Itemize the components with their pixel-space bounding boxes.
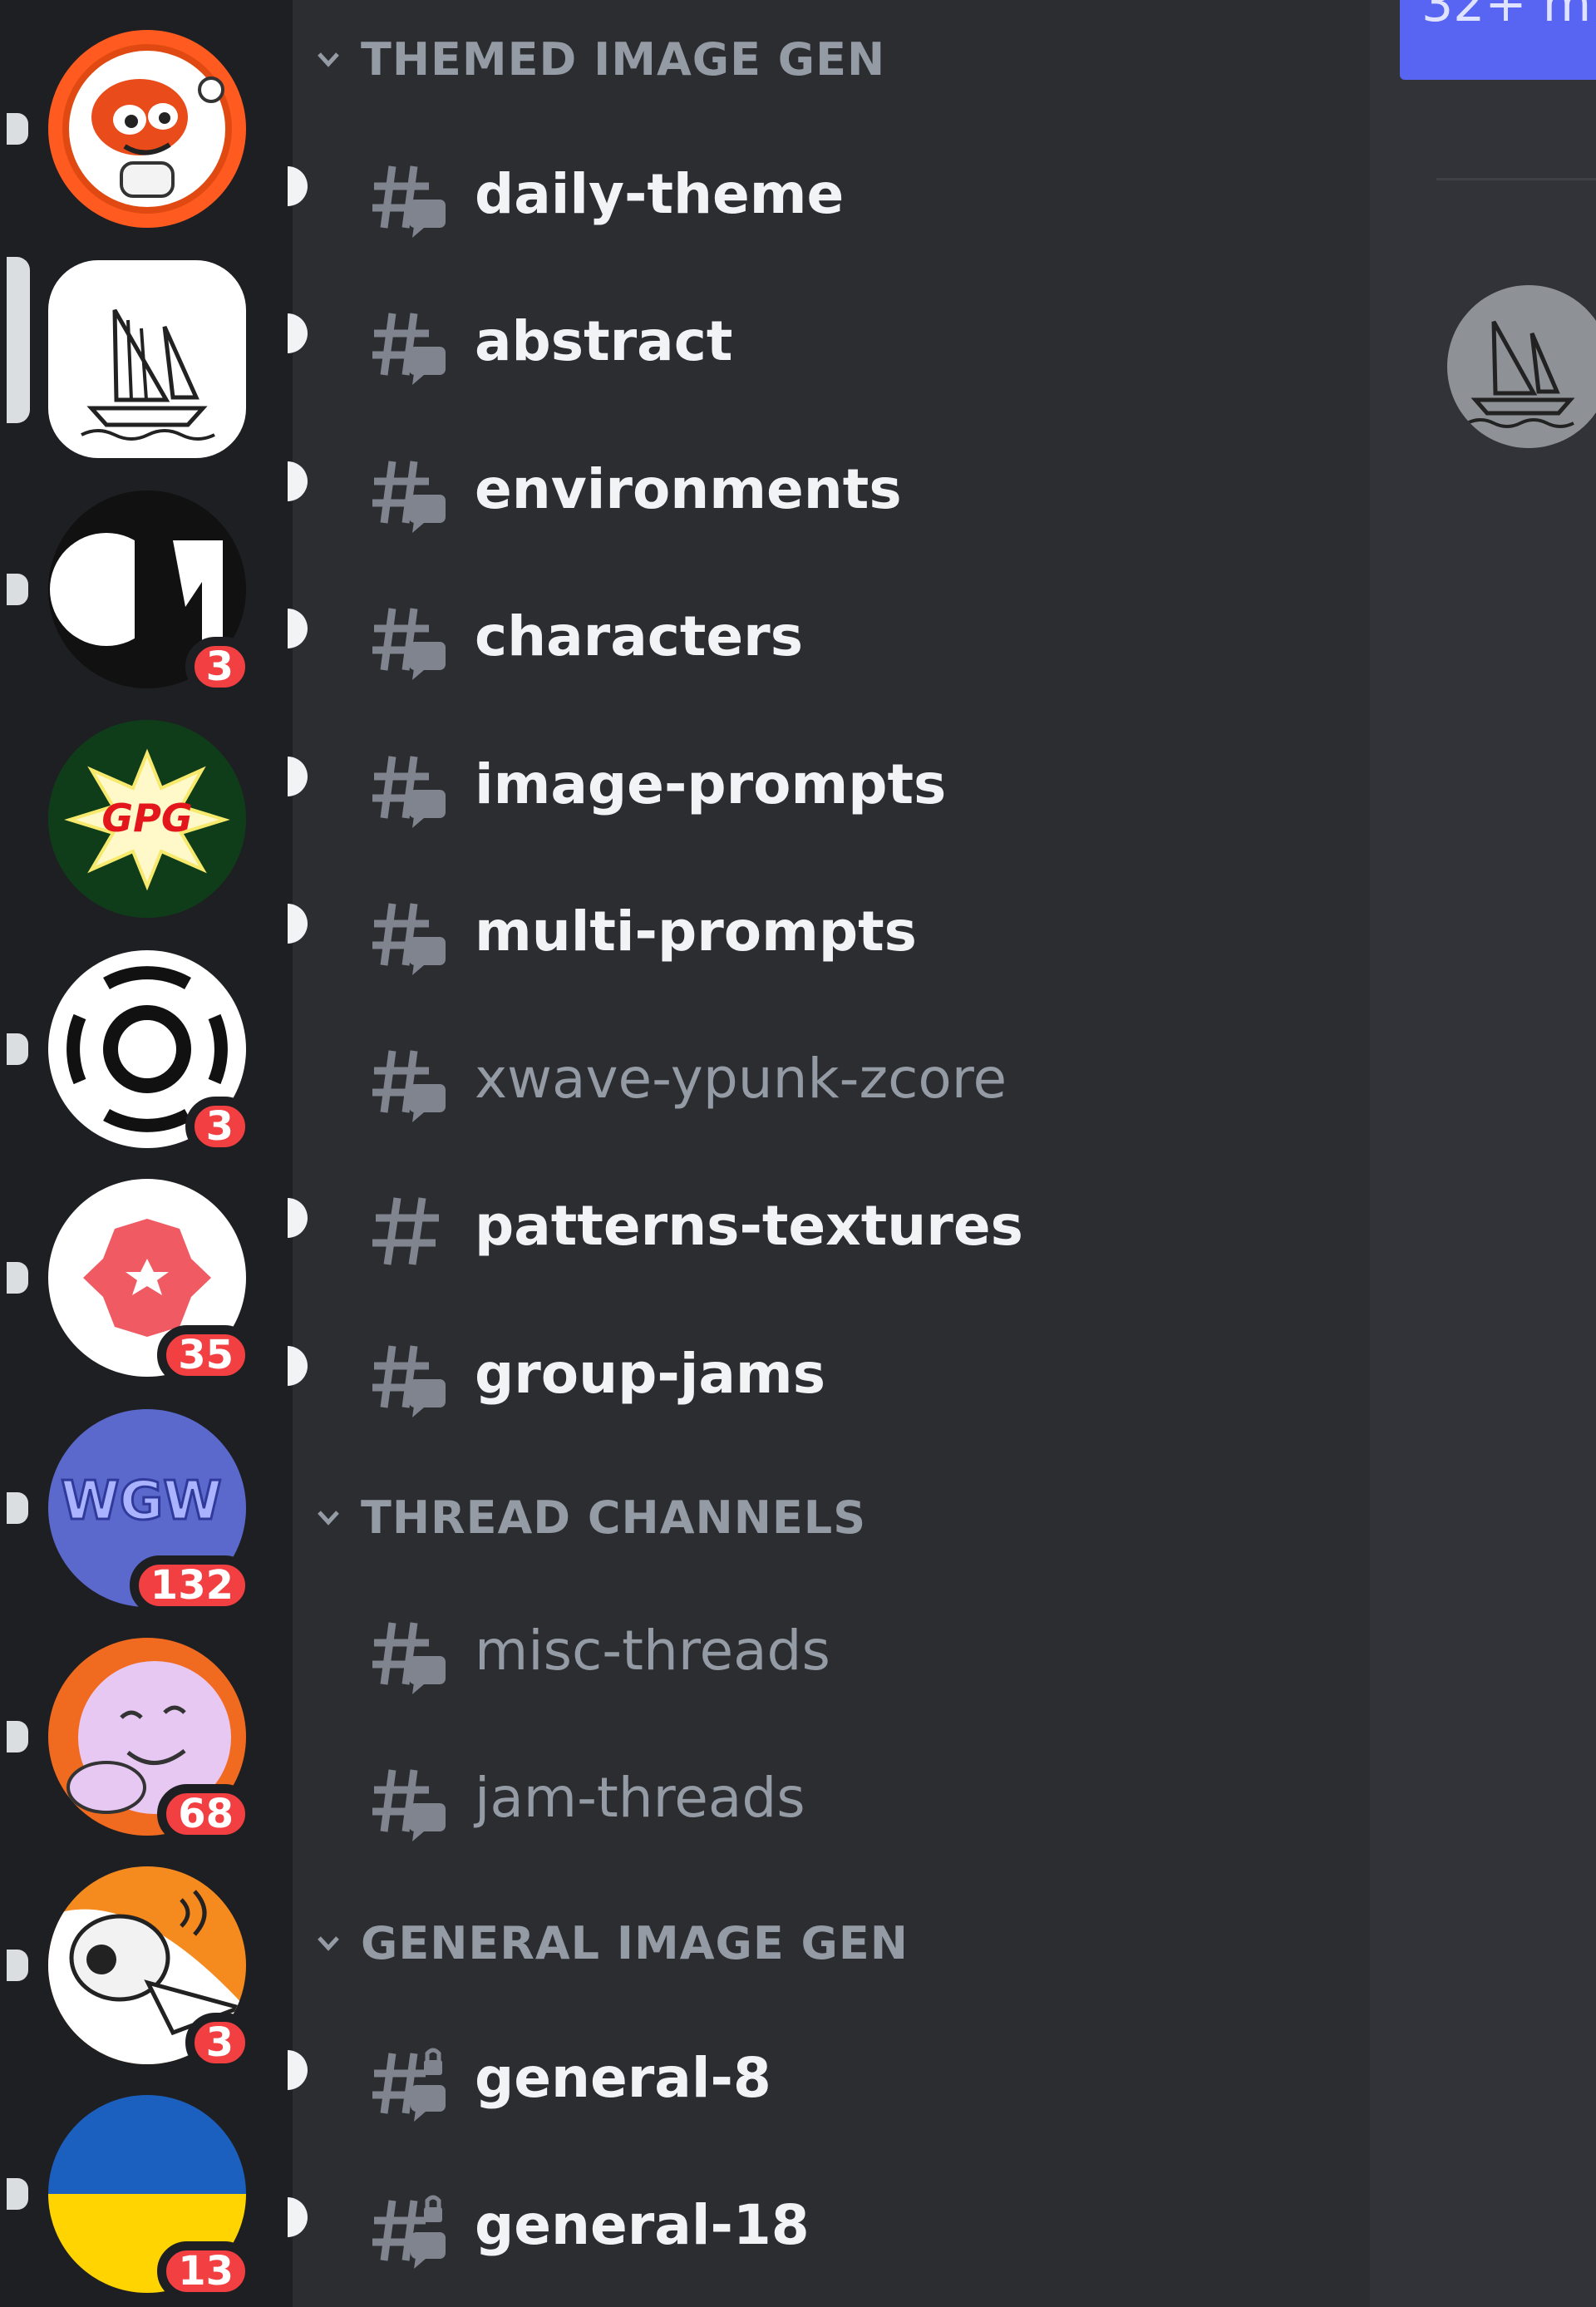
category-label: THEMED IMAGE GEN (361, 32, 886, 86)
forum-hash-icon (372, 608, 446, 680)
channel-name: general-18 (475, 2193, 810, 2257)
unread-indicator (288, 1198, 308, 1238)
channel-misc-threads[interactable]: misc-threads (293, 1576, 1323, 1709)
category-themed-image-gen[interactable]: THEMED IMAGE GEN (309, 22, 885, 96)
gpg-logo-icon: GPG (48, 720, 246, 918)
forum-hash-icon (372, 313, 446, 385)
divider (1436, 178, 1596, 180)
channel-list: THEMED IMAGE GEN daily-theme abstract en… (288, 0, 1370, 2307)
server-rail: 3 GPG 3 35 WGW 132 68 3 13 (0, 0, 293, 2307)
channel-name: general-8 (475, 2046, 771, 2110)
unread-indicator (7, 574, 28, 605)
unread-indicator (288, 313, 308, 353)
server-wgw[interactable]: WGW 132 (7, 1409, 254, 1615)
server-duck[interactable]: 3 (7, 1866, 254, 2073)
channel-name: characters (475, 604, 804, 668)
forum-hash-icon (372, 461, 446, 533)
user-avatar[interactable] (1447, 285, 1596, 448)
unread-indicator (288, 904, 308, 944)
forum-hash-icon (372, 903, 446, 975)
forum-hash-icon (372, 756, 446, 828)
locked-forum-hash-icon (372, 2048, 446, 2122)
notification-badge: 35 (157, 1325, 254, 1385)
unread-indicator (288, 609, 308, 648)
channel-environments[interactable]: environments (288, 415, 1323, 548)
unread-indicator (288, 1346, 308, 1386)
channel-group-jams[interactable]: group-jams (288, 1299, 1323, 1432)
locked-forum-hash-icon (372, 2195, 446, 2269)
notification-badge: 13 (157, 2241, 254, 2301)
channel-name: daily-theme (475, 162, 845, 226)
category-thread-channels[interactable]: THREAD CHANNELS (309, 1480, 866, 1555)
hash-icon (372, 1197, 439, 1265)
unread-indicator (7, 1262, 28, 1294)
unread-indicator (288, 2197, 308, 2237)
server-hex[interactable]: 35 (7, 1179, 254, 1385)
forum-hash-icon (372, 165, 446, 238)
unread-indicator (7, 1492, 28, 1524)
category-label: GENERAL IMAGE GEN (361, 1916, 909, 1969)
channel-image-prompts[interactable]: image-prompts (288, 710, 1323, 843)
forum-hash-icon (372, 1769, 446, 1841)
new-messages-banner[interactable]: 32+ m (1400, 0, 1596, 80)
unread-indicator (288, 461, 308, 501)
unread-indicator (7, 1033, 28, 1065)
channel-name: abstract (475, 309, 733, 373)
channel-name: environments (475, 457, 902, 521)
server-reddit[interactable] (7, 30, 246, 228)
channel-name: patterns-textures (475, 1194, 1023, 1258)
server-smile[interactable]: 68 (7, 1638, 254, 1844)
gpg-logo-text: GPG (101, 796, 192, 840)
server-ring[interactable]: 3 (7, 950, 254, 1156)
server-gpg[interactable]: GPG (48, 720, 246, 918)
server-m[interactable]: 3 (7, 490, 254, 697)
selected-indicator (7, 257, 30, 423)
forum-hash-icon (372, 1050, 446, 1122)
channel-xwave-ypunk-zcore[interactable]: xwave-ypunk-zcore (293, 1004, 1323, 1137)
forum-hash-icon (372, 1622, 446, 1694)
channel-patterns-textures[interactable]: patterns-textures (288, 1151, 1323, 1284)
channel-name: image-prompts (475, 752, 947, 816)
notification-badge: 132 (129, 1555, 254, 1615)
wgw-logo-text: WGW (61, 1471, 222, 1532)
notification-badge: 3 (185, 637, 254, 697)
channel-name: misc-threads (475, 1619, 830, 1683)
notification-badge: 3 (185, 1097, 254, 1156)
reddit-avatar-icon (48, 30, 246, 228)
channel-multi-prompts[interactable]: multi-prompts (288, 857, 1323, 990)
sailboat-logo-icon (48, 260, 246, 458)
discord-app: 3 GPG 3 35 WGW 132 68 3 13 THEMED IMAGE … (0, 0, 1596, 2307)
channel-jam-threads[interactable]: jam-threads (293, 1723, 1323, 1856)
category-general-image-gen[interactable]: GENERAL IMAGE GEN (309, 1905, 909, 1980)
channel-daily-theme[interactable]: daily-theme (288, 120, 1323, 253)
unread-indicator (288, 757, 308, 796)
message-pane: 32+ m (1370, 0, 1596, 2307)
channel-name: xwave-ypunk-zcore (475, 1047, 1007, 1111)
channel-general-18[interactable]: general-18 (288, 2151, 1323, 2284)
forum-hash-icon (372, 1345, 446, 1417)
server-midjourney[interactable] (7, 257, 246, 458)
unread-indicator (7, 2178, 28, 2210)
channel-general-8[interactable]: general-8 (288, 2004, 1323, 2137)
unread-indicator (288, 166, 308, 206)
new-messages-text: 32+ m (1421, 0, 1592, 33)
channel-abstract[interactable]: abstract (288, 267, 1323, 400)
unread-indicator (7, 1950, 28, 1981)
sailboat-logo-icon (1466, 320, 1575, 428)
channel-characters[interactable]: characters (288, 562, 1323, 695)
server-flag[interactable]: 13 (7, 2095, 254, 2301)
chevron-down-icon (318, 1511, 339, 1526)
unread-indicator (7, 113, 28, 145)
unread-indicator (288, 2050, 308, 2090)
channel-name: jam-threads (475, 1766, 805, 1830)
channel-name: group-jams (475, 1342, 825, 1406)
notification-badge: 3 (185, 2013, 254, 2073)
channel-name: multi-prompts (475, 900, 917, 964)
chevron-down-icon (318, 1936, 339, 1951)
category-label: THREAD CHANNELS (361, 1491, 867, 1544)
notification-badge: 68 (157, 1784, 254, 1844)
chevron-down-icon (318, 52, 339, 67)
unread-indicator (7, 1721, 28, 1752)
